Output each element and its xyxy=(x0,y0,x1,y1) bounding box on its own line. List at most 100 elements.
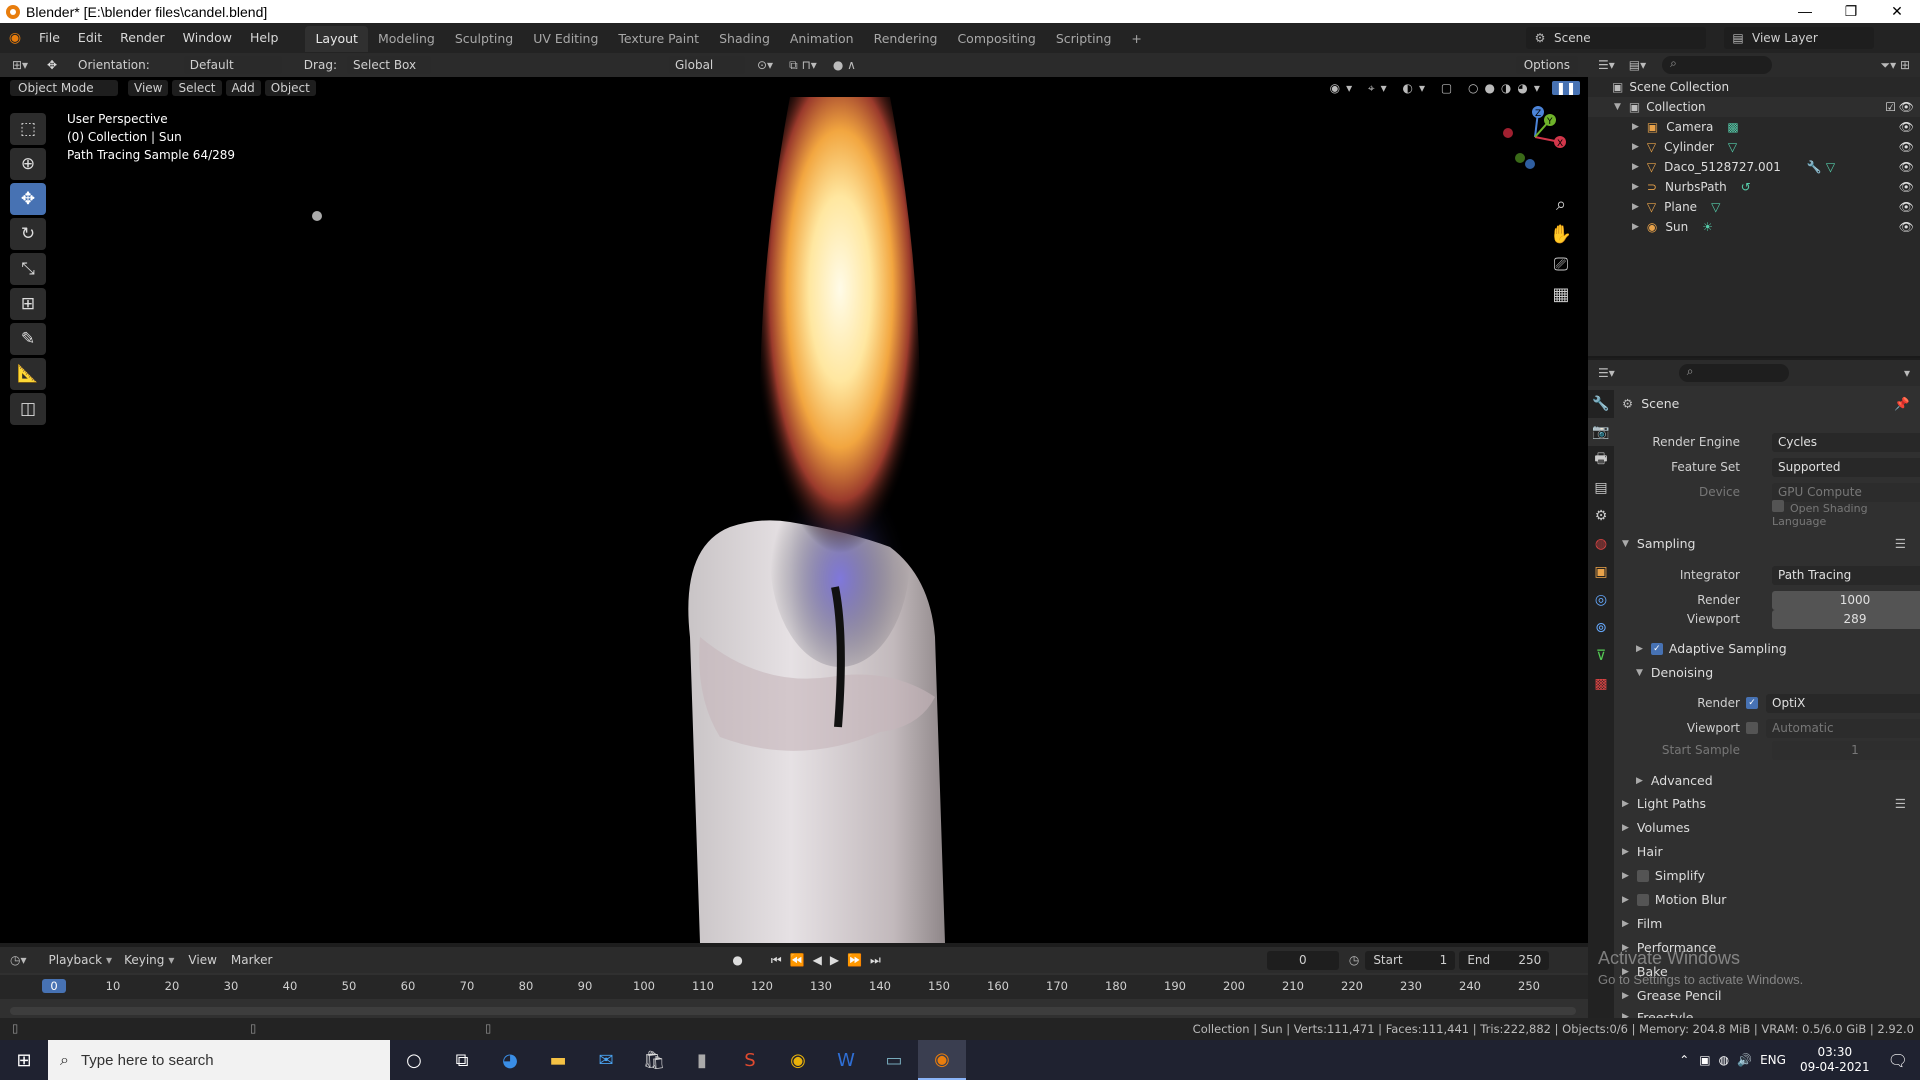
orientation-dropdown[interactable]: Default xyxy=(183,56,282,74)
start-frame-field[interactable]: Start 1 xyxy=(1365,950,1456,970)
denoising-header[interactable]: Denoising xyxy=(1651,665,1713,680)
view-layer-tab-icon[interactable]: ▤ xyxy=(1588,474,1614,502)
light-paths-header[interactable]: Light Paths xyxy=(1637,796,1706,811)
perspective-toggle-icon[interactable]: ▦ xyxy=(1547,280,1575,308)
render-engine-dropdown[interactable]: Cycles xyxy=(1772,432,1920,452)
object-mode-dropdown[interactable]: Object Mode xyxy=(10,80,118,96)
pin-icon[interactable]: 📌 xyxy=(1894,396,1910,412)
tab-texture-paint[interactable]: Texture Paint xyxy=(608,26,709,52)
snap-icon[interactable]: ⧉ ⊓▾ xyxy=(789,58,817,73)
move-tool-button-icon[interactable]: ✥ xyxy=(10,183,46,215)
remote-desktop-icon[interactable]: ▭ xyxy=(870,1040,918,1080)
collection-visibility-icon[interactable]: 👁 xyxy=(1899,100,1914,114)
frame-ruler[interactable]: 0 10 20 30 40 50 60 70 80 90 100 110 120 130 140 150 160… xyxy=(0,975,1588,999)
object-tab-icon[interactable]: ▣ xyxy=(1588,558,1614,586)
scale-tool-icon[interactable]: ⤡ xyxy=(10,253,46,285)
tab-layout[interactable]: Layout xyxy=(305,26,368,52)
visibility-icon[interactable]: 👁 xyxy=(1899,140,1914,154)
clock-icon[interactable]: ◷ xyxy=(1349,953,1359,967)
task-view-icon[interactable]: ⧉ xyxy=(438,1040,486,1080)
outliner-item-camera[interactable]: Camera xyxy=(1666,120,1713,134)
end-frame-field[interactable]: End 250 xyxy=(1459,950,1550,970)
collection-checkbox-icon[interactable]: ☑ xyxy=(1885,100,1896,114)
rotate-tool-icon[interactable]: ↻ xyxy=(10,218,46,250)
transform-tool-icon[interactable]: ⊞ xyxy=(10,288,46,320)
timeline-view-menu[interactable]: View xyxy=(188,953,216,967)
object-menu[interactable]: Object xyxy=(264,80,316,96)
chrome-icon[interactable]: ◉ xyxy=(774,1040,822,1080)
scene-selector[interactable]: ⚙ Scene xyxy=(1526,27,1706,49)
render-samples-field[interactable]: 1000 xyxy=(1772,590,1920,610)
tab-shading[interactable]: Shading xyxy=(709,26,780,52)
denoise-render-dropdown[interactable]: OptiX xyxy=(1766,693,1920,713)
visibility-icon[interactable]: 👁 xyxy=(1899,220,1914,234)
close-button[interactable]: ✕ xyxy=(1874,0,1920,23)
measure-tool-icon[interactable]: 📐 xyxy=(10,358,46,390)
tray-chevron-icon[interactable]: ⌃ xyxy=(1679,1053,1689,1067)
presets-icon[interactable]: ☰ xyxy=(1895,536,1906,551)
visibility-icon[interactable]: 👁 xyxy=(1899,160,1914,174)
proportional-edit-icon[interactable]: ● ∧ xyxy=(833,58,856,72)
cursor-tool-icon[interactable]: ⊕ xyxy=(10,148,46,180)
properties-editor-type-icon[interactable]: ☰▾ xyxy=(1598,366,1615,380)
volume-icon[interactable]: 🔊 xyxy=(1737,1053,1752,1067)
playback-menu[interactable]: Playback xyxy=(49,953,103,967)
edge-icon[interactable]: ◕ xyxy=(486,1040,534,1080)
motion-blur-header[interactable]: Motion Blur xyxy=(1655,892,1726,907)
taskbar-search[interactable]: ⌕ Type here to search xyxy=(48,1040,390,1080)
outliner-item-sun[interactable]: Sun xyxy=(1665,220,1688,234)
world-tab-icon[interactable]: ◍ xyxy=(1588,530,1614,558)
tab-sculpting[interactable]: Sculpting xyxy=(445,26,523,52)
film-header[interactable]: Film xyxy=(1637,916,1662,931)
network-icon[interactable]: ◍ xyxy=(1719,1053,1729,1067)
tab-scripting[interactable]: Scripting xyxy=(1046,26,1122,52)
osl-checkbox[interactable]: Open Shading Language xyxy=(1772,502,1868,528)
app-icon[interactable]: ▮ xyxy=(678,1040,726,1080)
cortana-icon[interactable]: ○ xyxy=(390,1040,438,1080)
outliner-editor-type-icon[interactable]: ☰▾ xyxy=(1598,58,1615,72)
hair-header[interactable]: Hair xyxy=(1637,844,1663,859)
outliner-search-input[interactable]: ⌕ xyxy=(1662,56,1773,74)
visibility-icon[interactable]: 👁 xyxy=(1899,120,1914,134)
pause-render-icon[interactable]: ❚❚ xyxy=(1551,81,1580,95)
presets-icon[interactable]: ☰ xyxy=(1895,796,1906,811)
view-menu[interactable]: View xyxy=(128,80,169,96)
add-menu[interactable]: Add xyxy=(225,80,261,96)
menu-render[interactable]: Render xyxy=(111,23,174,53)
pivot-icon[interactable]: ⊙▾ xyxy=(757,58,773,72)
scene-collection-label[interactable]: Scene Collection xyxy=(1629,80,1729,94)
physics-tab-icon[interactable]: ◎ xyxy=(1588,586,1614,614)
add-cube-tool-icon[interactable]: ◫ xyxy=(10,393,46,425)
outliner-item-nurbspath[interactable]: NurbsPath xyxy=(1665,180,1727,194)
properties-options-icon[interactable]: ▾ xyxy=(1904,366,1910,380)
file-explorer-icon[interactable]: ▬ xyxy=(534,1040,582,1080)
sampling-header[interactable]: Sampling xyxy=(1637,536,1696,551)
data-tab-icon[interactable]: ⊽ xyxy=(1588,642,1614,670)
scene-tab-icon[interactable]: ⚙ xyxy=(1588,502,1614,530)
current-frame-field[interactable]: 0 xyxy=(1266,950,1339,970)
timeline-editor-type-icon[interactable]: ◷▾ xyxy=(10,953,27,967)
tab-uv-editing[interactable]: UV Editing xyxy=(523,26,608,52)
camera-view-icon[interactable]: ⎚ xyxy=(1547,250,1575,278)
properties-search-input[interactable]: ⌕ xyxy=(1678,364,1789,382)
menu-help[interactable]: Help xyxy=(241,23,288,53)
tab-animation[interactable]: Animation xyxy=(780,26,864,52)
transform-orientation-dropdown[interactable]: Global xyxy=(668,56,745,74)
options-dropdown[interactable]: Options xyxy=(1515,56,1578,74)
select-menu[interactable]: Select xyxy=(172,80,222,96)
blender-menu-icon[interactable]: ◉ xyxy=(0,30,30,46)
overlay-toggles-icon[interactable]: ◉▾ ⌖▾ ◐▾ ▢ ○●◑◕▾ xyxy=(1330,81,1546,96)
s-app-icon[interactable]: S xyxy=(726,1040,774,1080)
windows-start-icon[interactable]: ⊞ xyxy=(0,1040,48,1080)
keying-menu[interactable]: Keying xyxy=(124,953,164,967)
add-workspace-icon[interactable]: + xyxy=(1121,26,1151,52)
menu-file[interactable]: File xyxy=(30,23,69,53)
3d-viewport[interactable]: User Perspective (0) Collection | Sun Pa… xyxy=(0,77,1588,943)
texture-tab-icon[interactable]: ▩ xyxy=(1588,670,1614,698)
tab-modeling[interactable]: Modeling xyxy=(368,26,445,52)
pan-hand-icon[interactable]: ✋ xyxy=(1547,220,1575,248)
language-indicator[interactable]: ENG xyxy=(1760,1053,1786,1067)
visibility-icon[interactable]: 👁 xyxy=(1899,200,1914,214)
tool-tab-icon[interactable]: 🔧 xyxy=(1588,390,1614,418)
denoise-viewport-dropdown[interactable]: Automatic xyxy=(1766,718,1920,738)
